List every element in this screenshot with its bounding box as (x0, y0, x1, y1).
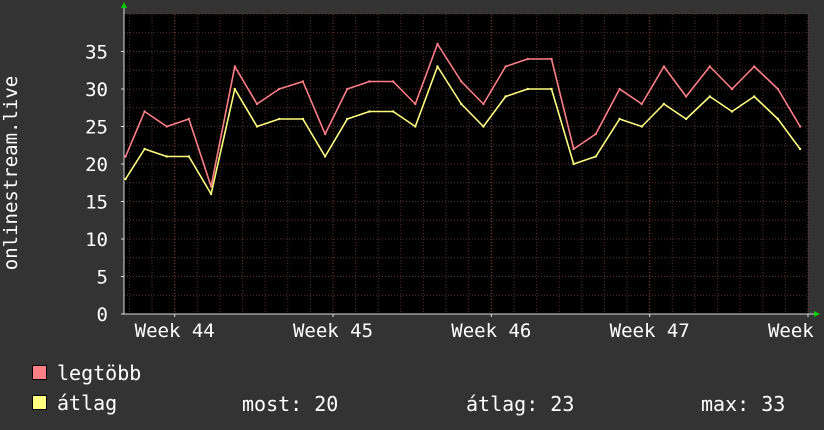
data-point-avg (346, 117, 349, 121)
data-point-avg (572, 162, 575, 166)
data-point-avg (165, 155, 168, 158)
data-point-avg (640, 125, 643, 128)
data-point-max (414, 102, 417, 106)
data-point-max (277, 87, 281, 91)
legend-swatch-max (32, 365, 47, 380)
data-point-max (436, 42, 439, 46)
data-point-avg (504, 95, 507, 98)
y-tick-label: 20 (85, 154, 108, 176)
data-point-avg (255, 125, 259, 128)
data-point-avg (368, 110, 371, 113)
x-tick-label: Week 47 (610, 320, 690, 342)
data-point-max (594, 132, 598, 136)
data-point-avg (752, 95, 756, 98)
data-point-max (730, 87, 734, 91)
data-point-avg (233, 87, 237, 91)
data-point-max (301, 80, 305, 83)
data-point-avg (436, 65, 439, 68)
data-point-max (233, 65, 237, 68)
data-point-avg (460, 102, 463, 106)
data-point-max (187, 117, 191, 121)
stat-average: átlag: 23 (466, 392, 575, 416)
data-point-avg (482, 125, 485, 128)
data-point-avg (594, 155, 598, 158)
data-point-max (684, 95, 688, 98)
data-point-max (640, 102, 643, 106)
data-point-avg (209, 192, 213, 196)
legend-item-avg: átlag (32, 392, 117, 414)
legend-swatch-avg (32, 395, 47, 410)
data-point-max (572, 147, 575, 151)
data-point-max (368, 80, 371, 83)
legend-label-avg: átlag (57, 391, 118, 415)
data-point-max (776, 87, 780, 91)
data-point-avg (730, 110, 734, 113)
data-point-max (143, 110, 146, 113)
data-point-max (391, 80, 395, 83)
data-point-max (346, 87, 349, 91)
data-point-max (482, 102, 485, 106)
legend-label-max: legtöbb (57, 361, 142, 385)
y-tick-label: 0 (97, 304, 108, 326)
stat-maximum: max: 33 (701, 392, 786, 416)
data-point-avg (391, 110, 395, 113)
data-point-max (165, 125, 168, 128)
legend-item-max: legtöbb (32, 362, 141, 384)
y-tick-label: 15 (85, 192, 108, 214)
data-point-max (752, 65, 756, 68)
rrd-graph: onlinestream.live 0 5 10 15 20 25 30 35 Week 44 W… (0, 0, 824, 345)
data-point-avg (526, 87, 529, 91)
x-tick-label: Week 44 (135, 320, 215, 342)
chart-svg: 0 5 10 15 20 25 30 35 Week 44 Week 45 Week 46 Week … (85, 2, 824, 342)
y-tick-label: 30 (85, 79, 108, 101)
data-point-avg (550, 87, 553, 91)
x-tick-label: Week 46 (451, 320, 531, 342)
y-tick-label: 35 (85, 42, 108, 64)
data-point-max (550, 57, 553, 61)
data-point-max (124, 155, 127, 158)
y-tick-label: 5 (97, 267, 108, 289)
data-point-avg (124, 177, 127, 181)
data-point-avg (684, 117, 688, 121)
data-point-max (618, 87, 621, 91)
data-point-max (662, 65, 666, 68)
data-point-avg (323, 155, 327, 158)
data-point-avg (618, 117, 621, 121)
y-tick-label: 10 (85, 229, 108, 251)
data-point-max (504, 65, 507, 68)
x-axis-arrow-icon (814, 311, 820, 317)
data-point-avg (662, 102, 666, 106)
data-point-avg (414, 125, 417, 128)
x-tick-label: Week 48 (768, 320, 824, 342)
x-tick-label: Week 45 (293, 320, 373, 342)
data-point-avg (798, 147, 802, 151)
data-point-max (798, 125, 802, 128)
data-point-avg (301, 117, 305, 121)
data-point-avg (708, 95, 712, 98)
y-axis-arrow-icon (121, 2, 127, 8)
data-point-max (708, 65, 712, 68)
data-point-max (323, 132, 327, 136)
data-point-avg (277, 117, 281, 121)
data-point-avg (187, 155, 191, 158)
stat-current: most: 20 (242, 392, 339, 416)
data-point-max (460, 80, 463, 83)
data-point-avg (776, 117, 780, 121)
data-point-avg (143, 147, 146, 151)
y-tick-label: 25 (85, 117, 108, 139)
data-point-max (255, 102, 259, 106)
data-point-max (526, 57, 529, 61)
